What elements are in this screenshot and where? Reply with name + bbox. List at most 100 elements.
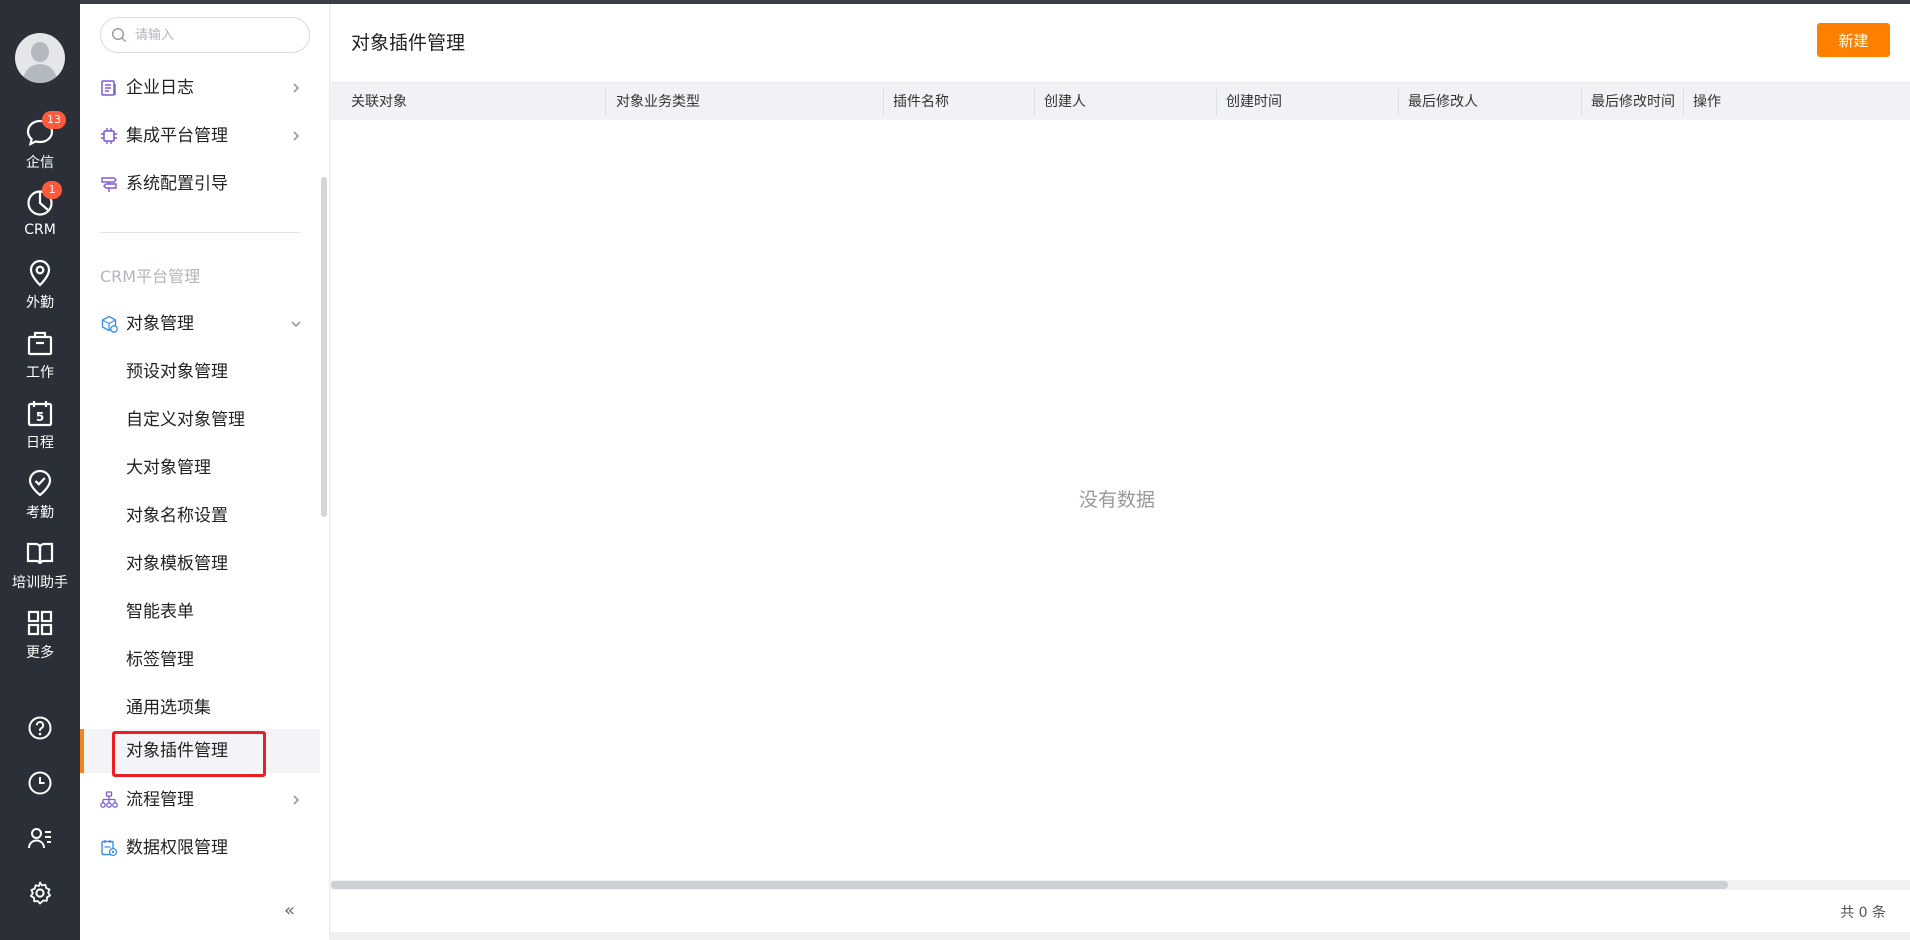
search-icon <box>111 27 127 43</box>
location-pin-icon <box>29 259 51 287</box>
menu-item-integration-platform[interactable]: 集成平台管理 <box>80 114 320 158</box>
rail-item-work[interactable]: 工作 <box>0 328 80 390</box>
settings-menu-panel: 企业日志 集成平台管理 系统配置引导 CRM平台管理 对象管理 预设对象管理 自… <box>80 4 330 940</box>
calendar-icon: 5 <box>27 401 53 427</box>
horizontal-scrollbar[interactable] <box>331 880 1910 890</box>
chevron-right-icon <box>293 131 300 141</box>
book-icon <box>26 542 54 565</box>
column-header[interactable]: 操作 <box>1693 83 1721 121</box>
rail-item-crm[interactable]: 1 CRM <box>0 181 80 250</box>
column-header[interactable]: 创建时间 <box>1226 83 1282 121</box>
chevron-right-icon <box>293 795 300 805</box>
submenu-label: 对象名称设置 <box>126 506 228 526</box>
calendar-day: 5 <box>36 410 44 424</box>
new-button[interactable]: 新建 <box>1817 23 1890 57</box>
search-input[interactable] <box>135 25 300 45</box>
column-header[interactable]: 关联对象 <box>351 83 407 121</box>
menu-item-object-management[interactable]: 对象管理 <box>80 302 320 346</box>
column-divider <box>1683 89 1684 115</box>
menu-item-label: 企业日志 <box>126 78 194 98</box>
menu-search <box>100 17 310 53</box>
avatar[interactable] <box>15 33 65 83</box>
bottom-strip <box>331 932 1910 940</box>
submenu-large-objects[interactable]: 大对象管理 <box>80 446 320 490</box>
menu-item-label: 对象管理 <box>126 314 194 334</box>
menu-item-label: 流程管理 <box>126 790 194 810</box>
grid-icon <box>27 610 53 636</box>
help-button[interactable] <box>0 715 80 745</box>
menu-scrollbar[interactable] <box>321 177 327 517</box>
chevron-down-icon <box>291 321 301 328</box>
collapse-menu-icon[interactable]: « <box>284 900 295 921</box>
column-divider <box>1398 89 1399 115</box>
submenu-label: 对象模板管理 <box>126 554 228 574</box>
settings-gear-icon <box>30 881 51 905</box>
submenu-object-name-settings[interactable]: 对象名称设置 <box>80 494 320 538</box>
column-header[interactable]: 对象业务类型 <box>616 83 700 121</box>
column-header[interactable]: 最后修改时间 <box>1591 83 1675 121</box>
rail-item-field[interactable]: 外勤 <box>0 258 80 320</box>
empty-state-text: 没有数据 <box>1079 489 1156 511</box>
data-permission-icon <box>101 840 118 857</box>
rail-item-training[interactable]: 培训助手 <box>0 538 80 600</box>
submenu-label: 预设对象管理 <box>126 362 228 382</box>
table-footer: 共 0 条 <box>331 890 1910 932</box>
rail-label: 培训助手 <box>12 575 68 591</box>
submenu-object-templates[interactable]: 对象模板管理 <box>80 542 320 586</box>
menu-item-label: 集成平台管理 <box>126 126 228 146</box>
menu-item-label: 数据权限管理 <box>126 838 228 858</box>
total-count: 共 0 条 <box>1840 905 1886 921</box>
rail-label: 日程 <box>26 435 54 451</box>
history-clock-icon <box>28 771 52 795</box>
log-icon <box>101 80 116 96</box>
contacts-icon <box>28 828 51 849</box>
submenu-label: 智能表单 <box>126 602 194 622</box>
menu-item-config-guide[interactable]: 系统配置引导 <box>80 162 320 206</box>
submenu-label: 自定义对象管理 <box>126 410 245 430</box>
menu-item-data-permissions[interactable]: 数据权限管理 <box>80 826 320 870</box>
crm-badge: 1 <box>42 181 62 199</box>
menu-item-flow-management[interactable]: 流程管理 <box>80 778 320 822</box>
rail-item-chat[interactable]: 13 企信 <box>0 111 80 180</box>
rail-item-schedule[interactable]: 5 日程 <box>0 398 80 460</box>
menu-item-label: 系统配置引导 <box>126 174 228 194</box>
submenu-custom-objects[interactable]: 自定义对象管理 <box>80 398 320 442</box>
help-icon <box>28 716 52 740</box>
submenu-option-sets[interactable]: 通用选项集 <box>80 686 320 730</box>
check-badge-icon <box>28 469 52 497</box>
column-header[interactable]: 最后修改人 <box>1408 83 1478 121</box>
menu-item-enterprise-log[interactable]: 企业日志 <box>80 66 320 110</box>
column-divider <box>1034 89 1035 115</box>
column-header[interactable]: 创建人 <box>1044 83 1086 121</box>
section-title: CRM平台管理 <box>100 267 201 286</box>
submenu-label: 大对象管理 <box>126 458 211 478</box>
submenu-smart-forms[interactable]: 智能表单 <box>80 590 320 634</box>
rail-label: 更多 <box>26 645 54 661</box>
table-header: 关联对象 对象业务类型 插件名称 创建人 创建时间 最后修改人 最后修改时间 操… <box>331 82 1910 120</box>
chevron-right-icon <box>293 83 300 93</box>
object-cube-icon <box>101 315 118 333</box>
rail-item-attendance[interactable]: 考勤 <box>0 468 80 530</box>
app-rail: 13 企信 1 CRM 外勤 工作 5 日程 考勤 培训助手 更多 <box>0 0 80 940</box>
contacts-button[interactable] <box>0 825 80 855</box>
submenu-label: 通用选项集 <box>126 698 211 718</box>
column-header[interactable]: 插件名称 <box>893 83 949 121</box>
submenu-preset-objects[interactable]: 预设对象管理 <box>80 350 320 394</box>
submenu-label: 标签管理 <box>126 650 194 670</box>
settings-button[interactable] <box>0 880 80 910</box>
menu-divider <box>100 232 300 233</box>
content-area: 对象插件管理 新建 关联对象 对象业务类型 插件名称 创建人 创建时间 最后修改… <box>331 4 1910 940</box>
submenu-tag-management[interactable]: 标签管理 <box>80 638 320 682</box>
briefcase-icon <box>27 331 53 356</box>
rail-label: CRM <box>24 222 56 238</box>
submenu-object-plugins[interactable]: 对象插件管理 <box>80 729 320 777</box>
rail-label: 企信 <box>26 155 54 171</box>
history-button[interactable] <box>0 770 80 800</box>
chip-icon <box>101 128 117 144</box>
rail-label: 考勤 <box>26 505 54 521</box>
rail-item-more[interactable]: 更多 <box>0 608 80 670</box>
signpost-icon <box>101 177 117 192</box>
column-divider <box>1581 89 1582 115</box>
highlight-annotation <box>112 731 266 777</box>
scrollbar-thumb[interactable] <box>331 881 1728 889</box>
